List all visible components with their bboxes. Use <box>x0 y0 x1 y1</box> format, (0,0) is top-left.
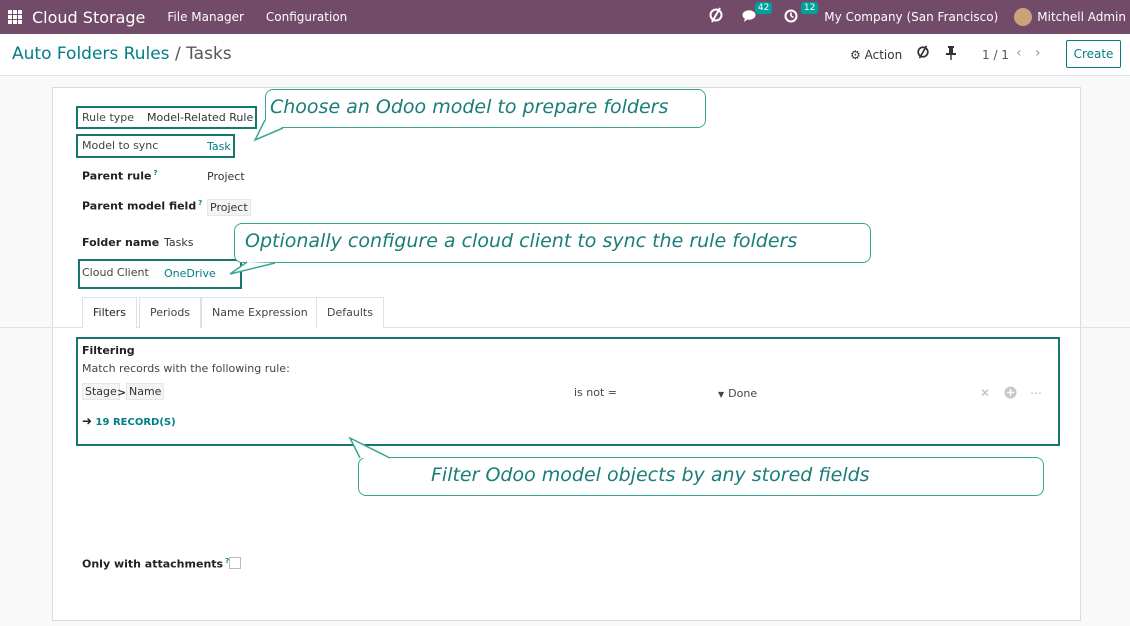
parent-rule-label: Parent rule? <box>82 169 158 183</box>
callout-filter-pointer <box>348 436 391 459</box>
menu-file-manager[interactable]: File Manager <box>167 10 244 24</box>
only-attachments-checkbox[interactable] <box>229 557 241 569</box>
control-panel: Auto Folders Rules / Tasks ⚙ Action 1 / … <box>0 34 1130 76</box>
gear-icon: ⚙ <box>850 48 861 62</box>
tab-defaults[interactable]: Defaults <box>316 297 384 328</box>
remove-rule-icon[interactable]: ✕ <box>980 386 990 400</box>
pager-previous-icon[interactable]: ‹ <box>1016 45 1022 61</box>
breadcrumb-parent[interactable]: Auto Folders Rules <box>12 44 170 64</box>
records-count-link[interactable]: ➜ 19 RECORD(S) <box>82 414 176 428</box>
callout-cloud: Optionally configure a cloud client to s… <box>229 223 871 275</box>
sync-icon[interactable] <box>708 7 724 27</box>
filter-path-name[interactable]: Name <box>126 383 165 400</box>
activities-count-badge: 12 <box>800 1 819 14</box>
callout-filter-text: Filter Odoo model objects by any stored … <box>431 464 870 486</box>
parent-rule-help-icon[interactable]: ? <box>153 169 157 177</box>
top-navbar: Cloud Storage File Manager Configuration… <box>0 0 1130 34</box>
folder-name-value[interactable]: Tasks <box>164 236 193 249</box>
parent-model-field-label: Parent model field? <box>82 199 203 213</box>
rule-type-label: Rule type <box>82 111 135 124</box>
caret-down-icon: ▼ <box>718 390 725 399</box>
callout-filter: Filter Odoo model objects by any stored … <box>348 436 1044 496</box>
callout-cloud-text: Optionally configure a cloud client to s… <box>245 230 798 252</box>
apps-menu-icon[interactable] <box>8 10 22 24</box>
cloud-client-value[interactable]: OneDrive <box>164 267 216 280</box>
breadcrumb-separator: / <box>174 44 181 64</box>
menu-configuration[interactable]: Configuration <box>266 10 347 24</box>
callout-model: Choose an Odoo model to prepare folders <box>253 89 706 142</box>
model-to-sync-label: Model to sync <box>82 139 159 152</box>
callout-cloud-pointer <box>229 261 276 275</box>
cloud-client-label: Cloud Client <box>82 266 149 279</box>
parent-rule-value[interactable]: Project <box>207 170 245 183</box>
action-menu-button[interactable]: ⚙ Action <box>850 48 902 62</box>
pin-icon[interactable] <box>946 46 956 64</box>
callout-model-text: Choose an Odoo model to prepare folders <box>270 96 669 118</box>
tab-periods[interactable]: Periods <box>139 297 202 328</box>
tab-filters[interactable]: Filters <box>82 297 137 329</box>
filter-operator[interactable]: is not = <box>574 386 617 399</box>
parent-field-help-icon[interactable]: ? <box>198 199 202 207</box>
filtering-title: Filtering <box>82 344 135 357</box>
breadcrumb-current: Tasks <box>186 44 232 64</box>
tab-name-expression[interactable]: Name Expression <box>201 297 319 328</box>
add-rule-icon[interactable] <box>1004 386 1017 402</box>
filter-value[interactable]: ▼ Done <box>718 387 757 400</box>
filter-path-stage[interactable]: Stage <box>82 383 120 400</box>
user-menu[interactable]: Mitchell Admin <box>1037 10 1126 24</box>
parent-model-field-value[interactable]: Project <box>207 199 251 216</box>
messages-count-badge: 42 <box>754 1 773 14</box>
messages-icon[interactable]: 42 <box>742 1 773 27</box>
breadcrumb: Auto Folders Rules / Tasks <box>12 44 232 64</box>
arrow-right-icon: ➜ <box>82 414 93 428</box>
more-options-icon[interactable]: ⋯ <box>1030 386 1042 400</box>
app-brand[interactable]: Cloud Storage <box>32 8 145 27</box>
action-label: Action <box>864 48 903 62</box>
pager-next-icon[interactable]: › <box>1035 45 1041 61</box>
pager[interactable]: 1 / 1 <box>982 48 1009 62</box>
create-button[interactable]: Create <box>1066 40 1121 68</box>
path-separator-icon: > <box>117 386 127 399</box>
activities-icon[interactable]: 12 <box>784 1 819 27</box>
record-sync-icon[interactable] <box>916 45 930 63</box>
filtering-subtitle: Match records with the following rule: <box>82 362 290 375</box>
user-avatar[interactable] <box>1014 8 1033 26</box>
model-to-sync-value[interactable]: Task <box>207 140 231 153</box>
filter-highlight <box>76 337 1060 446</box>
callout-model-pointer <box>253 119 284 142</box>
rule-type-value[interactable]: Model-Related Rule <box>147 111 253 124</box>
only-attachments-label: Only with attachments? <box>82 557 230 571</box>
folder-name-label: Folder name <box>82 236 160 249</box>
company-switcher[interactable]: My Company (San Francisco) <box>824 10 998 24</box>
